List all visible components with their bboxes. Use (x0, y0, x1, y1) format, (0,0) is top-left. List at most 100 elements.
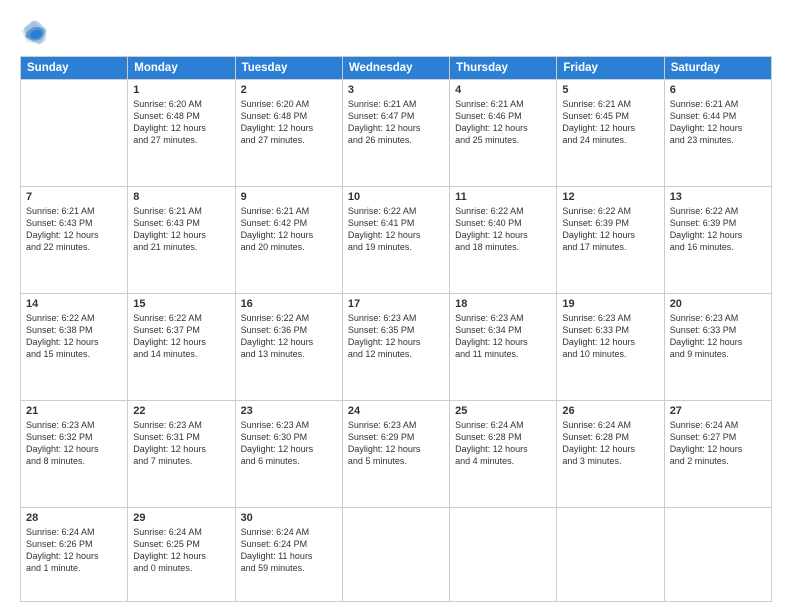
day-cell: 6 Sunrise: 6:21 AM Sunset: 6:44 PM Daylig… (664, 80, 771, 187)
day-cell: 7 Sunrise: 6:21 AM Sunset: 6:43 PM Daylig… (21, 187, 128, 294)
day-cell: 21Sunrise: 6:23 AM Sunset: 6:32 PM Dayli… (21, 401, 128, 508)
day-number: 1 (133, 84, 229, 96)
day-cell: 9 Sunrise: 6:21 AM Sunset: 6:42 PM Daylig… (235, 187, 342, 294)
day-info: Sunrise: 6:21 AM Sunset: 6:43 PM Dayligh… (26, 205, 122, 254)
week-row-3: 14Sunrise: 6:22 AM Sunset: 6:38 PM Dayli… (21, 294, 772, 401)
day-cell: 22 Sunrise: 6:23 AM Sunset: 6:31 PM Dayli… (128, 401, 235, 508)
day-cell: 15 Sunrise: 6:22 AM Sunset: 6:37 PM Dayli… (128, 294, 235, 401)
day-cell (21, 80, 128, 187)
week-row-2: 7 Sunrise: 6:21 AM Sunset: 6:43 PM Daylig… (21, 187, 772, 294)
day-cell: 20 Sunrise: 6:23 AM Sunset: 6:33 PM Dayli… (664, 294, 771, 401)
day-cell: 27 Sunrise: 6:24 AM Sunset: 6:27 PM Dayli… (664, 401, 771, 508)
day-number: 12 (562, 191, 658, 203)
day-number: 13 (670, 191, 766, 203)
header (20, 18, 772, 46)
day-number: 27 (670, 405, 766, 417)
day-number: 29 (133, 512, 229, 524)
day-cell (664, 508, 771, 602)
day-number: 18 (455, 298, 551, 310)
day-number: 9 (241, 191, 337, 203)
day-info: Sunrise: 6:21 AM Sunset: 6:42 PM Dayligh… (241, 205, 337, 254)
day-cell: 10 Sunrise: 6:22 AM Sunset: 6:41 PM Dayli… (342, 187, 449, 294)
day-number: 6 (670, 84, 766, 96)
day-number: 10 (348, 191, 444, 203)
col-saturday: Saturday (664, 57, 771, 80)
day-cell: 18Sunrise: 6:23 AM Sunset: 6:34 PM Dayli… (450, 294, 557, 401)
day-info: Sunrise: 6:24 AM Sunset: 6:27 PM Dayligh… (670, 419, 766, 468)
day-number: 8 (133, 191, 229, 203)
day-info: Sunrise: 6:20 AM Sunset: 6:48 PM Dayligh… (241, 98, 337, 147)
day-cell: 8 Sunrise: 6:21 AM Sunset: 6:43 PM Daylig… (128, 187, 235, 294)
day-cell: 12 Sunrise: 6:22 AM Sunset: 6:39 PM Dayli… (557, 187, 664, 294)
day-info: Sunrise: 6:22 AM Sunset: 6:41 PM Dayligh… (348, 205, 444, 254)
day-cell: 25Sunrise: 6:24 AM Sunset: 6:28 PM Dayli… (450, 401, 557, 508)
day-info: Sunrise: 6:21 AM Sunset: 6:44 PM Dayligh… (670, 98, 766, 147)
day-cell: 13 Sunrise: 6:22 AM Sunset: 6:39 PM Dayli… (664, 187, 771, 294)
day-cell (342, 508, 449, 602)
day-info: Sunrise: 6:22 AM Sunset: 6:38 PM Dayligh… (26, 312, 122, 361)
day-cell: 23 Sunrise: 6:23 AM Sunset: 6:30 PM Dayli… (235, 401, 342, 508)
day-number: 26 (562, 405, 658, 417)
day-info: Sunrise: 6:21 AM Sunset: 6:45 PM Dayligh… (562, 98, 658, 147)
logo-icon (20, 18, 48, 46)
day-info: Sunrise: 6:24 AM Sunset: 6:28 PM Dayligh… (562, 419, 658, 468)
day-number: 22 (133, 405, 229, 417)
day-cell: 16 Sunrise: 6:22 AM Sunset: 6:36 PM Dayli… (235, 294, 342, 401)
day-info: Sunrise: 6:22 AM Sunset: 6:37 PM Dayligh… (133, 312, 229, 361)
day-info: Sunrise: 6:21 AM Sunset: 6:47 PM Dayligh… (348, 98, 444, 147)
day-cell: 2 Sunrise: 6:20 AM Sunset: 6:48 PM Daylig… (235, 80, 342, 187)
day-info: Sunrise: 6:23 AM Sunset: 6:29 PM Dayligh… (348, 419, 444, 468)
day-info: Sunrise: 6:20 AM Sunset: 6:48 PM Dayligh… (133, 98, 229, 147)
day-cell: 14Sunrise: 6:22 AM Sunset: 6:38 PM Dayli… (21, 294, 128, 401)
day-number: 28 (26, 512, 122, 524)
day-cell: 11 Sunrise: 6:22 AM Sunset: 6:40 PM Dayli… (450, 187, 557, 294)
day-info: Sunrise: 6:22 AM Sunset: 6:39 PM Dayligh… (562, 205, 658, 254)
col-tuesday: Tuesday (235, 57, 342, 80)
day-cell: 28 Sunrise: 6:24 AM Sunset: 6:26 PM Dayli… (21, 508, 128, 602)
day-cell: 3 Sunrise: 6:21 AM Sunset: 6:47 PM Daylig… (342, 80, 449, 187)
day-info: Sunrise: 6:21 AM Sunset: 6:46 PM Dayligh… (455, 98, 551, 147)
day-info: Sunrise: 6:21 AM Sunset: 6:43 PM Dayligh… (133, 205, 229, 254)
day-info: Sunrise: 6:23 AM Sunset: 6:30 PM Dayligh… (241, 419, 337, 468)
day-info: Sunrise: 6:24 AM Sunset: 6:26 PM Dayligh… (26, 526, 122, 575)
day-cell: 4 Sunrise: 6:21 AM Sunset: 6:46 PM Daylig… (450, 80, 557, 187)
day-number: 24 (348, 405, 444, 417)
day-number: 16 (241, 298, 337, 310)
col-wednesday: Wednesday (342, 57, 449, 80)
day-cell: 1 Sunrise: 6:20 AM Sunset: 6:48 PM Daylig… (128, 80, 235, 187)
day-number: 25 (455, 405, 551, 417)
day-number: 11 (455, 191, 551, 203)
col-monday: Monday (128, 57, 235, 80)
day-cell: 26 Sunrise: 6:24 AM Sunset: 6:28 PM Dayli… (557, 401, 664, 508)
calendar-table: Sunday Monday Tuesday Wednesday Thursday… (20, 56, 772, 602)
day-number: 30 (241, 512, 337, 524)
header-row: Sunday Monday Tuesday Wednesday Thursday… (21, 57, 772, 80)
day-info: Sunrise: 6:22 AM Sunset: 6:40 PM Dayligh… (455, 205, 551, 254)
day-info: Sunrise: 6:22 AM Sunset: 6:36 PM Dayligh… (241, 312, 337, 361)
week-row-4: 21Sunrise: 6:23 AM Sunset: 6:32 PM Dayli… (21, 401, 772, 508)
day-info: Sunrise: 6:23 AM Sunset: 6:33 PM Dayligh… (670, 312, 766, 361)
day-number: 5 (562, 84, 658, 96)
day-info: Sunrise: 6:22 AM Sunset: 6:39 PM Dayligh… (670, 205, 766, 254)
day-number: 20 (670, 298, 766, 310)
col-friday: Friday (557, 57, 664, 80)
day-cell (450, 508, 557, 602)
day-number: 2 (241, 84, 337, 96)
day-number: 17 (348, 298, 444, 310)
day-info: Sunrise: 6:24 AM Sunset: 6:24 PM Dayligh… (241, 526, 337, 575)
day-cell: 5 Sunrise: 6:21 AM Sunset: 6:45 PM Daylig… (557, 80, 664, 187)
day-number: 4 (455, 84, 551, 96)
col-thursday: Thursday (450, 57, 557, 80)
day-cell: 30 Sunrise: 6:24 AM Sunset: 6:24 PM Dayli… (235, 508, 342, 602)
day-number: 3 (348, 84, 444, 96)
day-number: 15 (133, 298, 229, 310)
day-cell: 17Sunrise: 6:23 AM Sunset: 6:35 PM Dayli… (342, 294, 449, 401)
day-number: 23 (241, 405, 337, 417)
day-info: Sunrise: 6:23 AM Sunset: 6:33 PM Dayligh… (562, 312, 658, 361)
day-number: 7 (26, 191, 122, 203)
day-cell: 19 Sunrise: 6:23 AM Sunset: 6:33 PM Dayli… (557, 294, 664, 401)
day-info: Sunrise: 6:23 AM Sunset: 6:31 PM Dayligh… (133, 419, 229, 468)
week-row-5: 28 Sunrise: 6:24 AM Sunset: 6:26 PM Dayli… (21, 508, 772, 602)
day-cell (557, 508, 664, 602)
day-number: 19 (562, 298, 658, 310)
